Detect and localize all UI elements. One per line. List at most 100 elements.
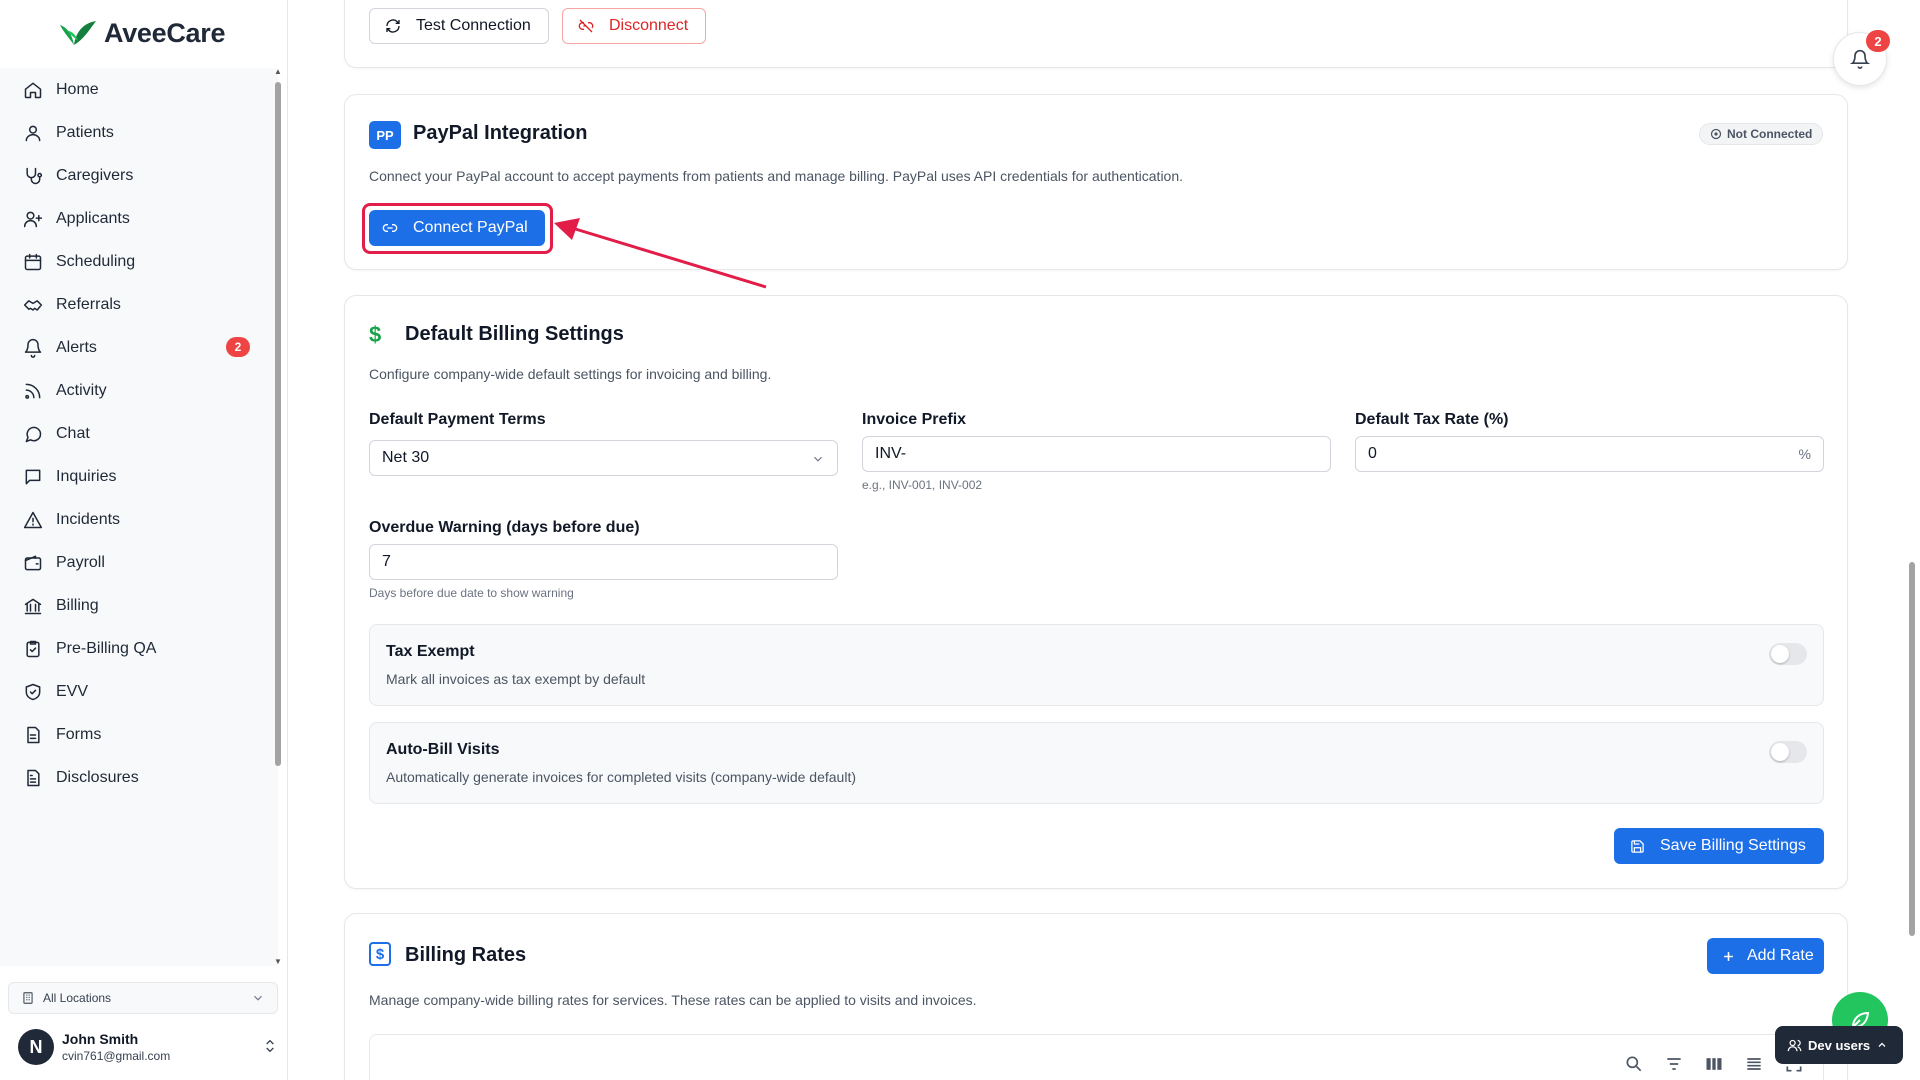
payment-terms-select[interactable]: Net 30 <box>369 440 838 476</box>
paypal-description: Connect your PayPal account to accept pa… <box>369 168 1184 184</box>
billing-rates-table <box>369 1034 1824 1080</box>
status-badge: Not Connected <box>1699 123 1824 145</box>
previous-integration-card: Test Connection Disconnect <box>344 0 1848 68</box>
save-icon <box>1628 837 1646 855</box>
alerts-count-badge: 2 <box>226 337 250 357</box>
sidebar-item-activity[interactable]: Activity <box>12 369 258 413</box>
billing-rates-title: Billing Rates <box>405 944 527 966</box>
search-icon[interactable] <box>1623 1053 1645 1075</box>
sidebar-item-label: Forms <box>56 726 102 743</box>
sidebar-item-chat[interactable]: Chat <box>12 412 258 456</box>
home-icon <box>22 79 44 101</box>
notification-count-badge: 2 <box>1866 30 1890 52</box>
main-scrollbar[interactable] <box>1908 0 1916 1080</box>
overdue-warning-input[interactable]: 7 <box>369 544 838 580</box>
dev-users-button[interactable]: Dev users <box>1775 1026 1903 1064</box>
auto-bill-description: Automatically generate invoices for comp… <box>386 769 856 785</box>
sidebar-item-pre-billing-qa[interactable]: Pre-Billing QA <box>12 627 258 671</box>
sidebar-item-label: Referrals <box>56 296 121 313</box>
bank-icon <box>22 595 44 617</box>
sidebar: AveeCare Home Patients Caregivers Applicant… <box>0 0 288 1080</box>
invoice-prefix-input[interactable]: INV- <box>862 436 1331 472</box>
sidebar-item-disclosures[interactable]: Disclosures <box>12 756 258 800</box>
billing-settings-title: Default Billing Settings <box>405 323 624 345</box>
add-rate-button[interactable]: Add Rate <box>1707 938 1824 974</box>
tax-exempt-title: Tax Exempt <box>386 643 475 660</box>
bell-icon <box>22 337 44 359</box>
overdue-warning-help: Days before due date to show warning <box>369 586 574 600</box>
building-icon <box>23 992 33 1004</box>
paypal-logo-badge: PP <box>369 121 401 149</box>
sidebar-item-label: Payroll <box>56 554 105 571</box>
tax-exempt-description: Mark all invoices as tax exempt by defau… <box>386 671 646 687</box>
sidebar-item-label: Disclosures <box>56 769 139 786</box>
sidebar-item-label: Inquiries <box>56 468 117 485</box>
leaf-logo-icon <box>60 21 96 45</box>
auto-bill-toggle[interactable] <box>1769 741 1807 763</box>
auto-bill-title: Auto-Bill Visits <box>386 741 500 758</box>
columns-icon[interactable] <box>1703 1053 1725 1075</box>
disconnect-label: Disconnect <box>609 17 689 34</box>
percent-suffix: % <box>1798 446 1811 462</box>
sidebar-item-referrals[interactable]: Referrals <box>12 283 258 327</box>
sidebar-item-alerts[interactable]: Alerts 2 <box>12 326 258 370</box>
dev-users-label: Dev users <box>1808 1037 1871 1053</box>
handshake-icon <box>22 294 44 316</box>
disconnect-button[interactable]: Disconnect <box>562 8 706 44</box>
plus-icon <box>1719 947 1737 965</box>
sidebar-item-inquiries[interactable]: Inquiries <box>12 455 258 499</box>
sidebar-item-forms[interactable]: Forms <box>12 713 258 757</box>
document-icon <box>22 724 44 746</box>
density-icon[interactable] <box>1743 1053 1765 1075</box>
user-icon <box>22 122 44 144</box>
tax-rate-label: Default Tax Rate (%) <box>1355 411 1509 428</box>
scroll-down-arrow-icon[interactable]: ▼ <box>274 958 282 966</box>
test-connection-button[interactable]: Test Connection <box>369 8 549 44</box>
sidebar-item-label: Caregivers <box>56 167 134 184</box>
sidebar-item-patients[interactable]: Patients <box>12 111 258 155</box>
avatar: N <box>18 1029 54 1065</box>
sidebar-scrollbar[interactable]: ▲ ▼ <box>274 68 282 966</box>
wallet-icon <box>22 552 44 574</box>
rss-icon <box>22 380 44 402</box>
scroll-up-arrow-icon[interactable]: ▲ <box>274 68 282 76</box>
dollar-sign-icon: $ <box>369 322 382 347</box>
status-label: Not Connected <box>1727 127 1813 141</box>
tax-exempt-setting: Tax Exempt Mark all invoices as tax exem… <box>369 624 1824 706</box>
clipboard-check-icon <box>22 638 44 660</box>
payment-terms-value: Net 30 <box>382 449 430 466</box>
save-billing-settings-button[interactable]: Save Billing Settings <box>1614 828 1824 864</box>
file-text-icon <box>22 767 44 789</box>
filter-icon[interactable] <box>1663 1053 1685 1075</box>
sidebar-item-label: Billing <box>56 597 99 614</box>
sidebar-item-evv[interactable]: EVV <box>12 670 258 714</box>
tax-rate-input[interactable]: 0 % <box>1355 436 1824 472</box>
user-plus-icon <box>22 208 44 230</box>
shield-check-icon <box>22 681 44 703</box>
user-menu[interactable]: N John Smith cvin761@gmail.com <box>18 1026 278 1068</box>
chevron-up-icon <box>1878 1042 1886 1047</box>
main-scroll-thumb[interactable] <box>1909 562 1915 936</box>
overdue-warning-value: 7 <box>382 553 391 570</box>
add-rate-label: Add Rate <box>1747 947 1814 964</box>
calendar-icon <box>22 251 44 273</box>
sidebar-item-payroll[interactable]: Payroll <box>12 541 258 585</box>
sidebar-item-scheduling[interactable]: Scheduling <box>12 240 258 284</box>
location-select[interactable]: All Locations <box>8 982 278 1014</box>
overdue-warning-label: Overdue Warning (days before due) <box>369 519 640 536</box>
sidebar-item-billing[interactable]: Billing <box>12 584 258 628</box>
sidebar-item-applicants[interactable]: Applicants <box>12 197 258 241</box>
sidebar-item-caregivers[interactable]: Caregivers <box>12 154 258 198</box>
sidebar-item-incidents[interactable]: Incidents <box>12 498 258 542</box>
app-logo[interactable]: AveeCare <box>56 14 225 52</box>
billing-rates-description: Manage company-wide billing rates for se… <box>369 992 977 1008</box>
save-billing-settings-label: Save Billing Settings <box>1660 837 1806 854</box>
sidebar-scroll-thumb[interactable] <box>275 82 281 766</box>
clock-status-icon <box>1710 128 1722 140</box>
refresh-icon <box>384 17 402 35</box>
sidebar-item-label: Pre-Billing QA <box>56 640 157 657</box>
tax-exempt-toggle[interactable] <box>1769 643 1807 665</box>
sidebar-nav: Home Patients Caregivers Applicants Scheduli… <box>0 68 278 966</box>
sidebar-item-home[interactable]: Home <box>12 68 258 112</box>
toggle-knob <box>1771 743 1789 761</box>
